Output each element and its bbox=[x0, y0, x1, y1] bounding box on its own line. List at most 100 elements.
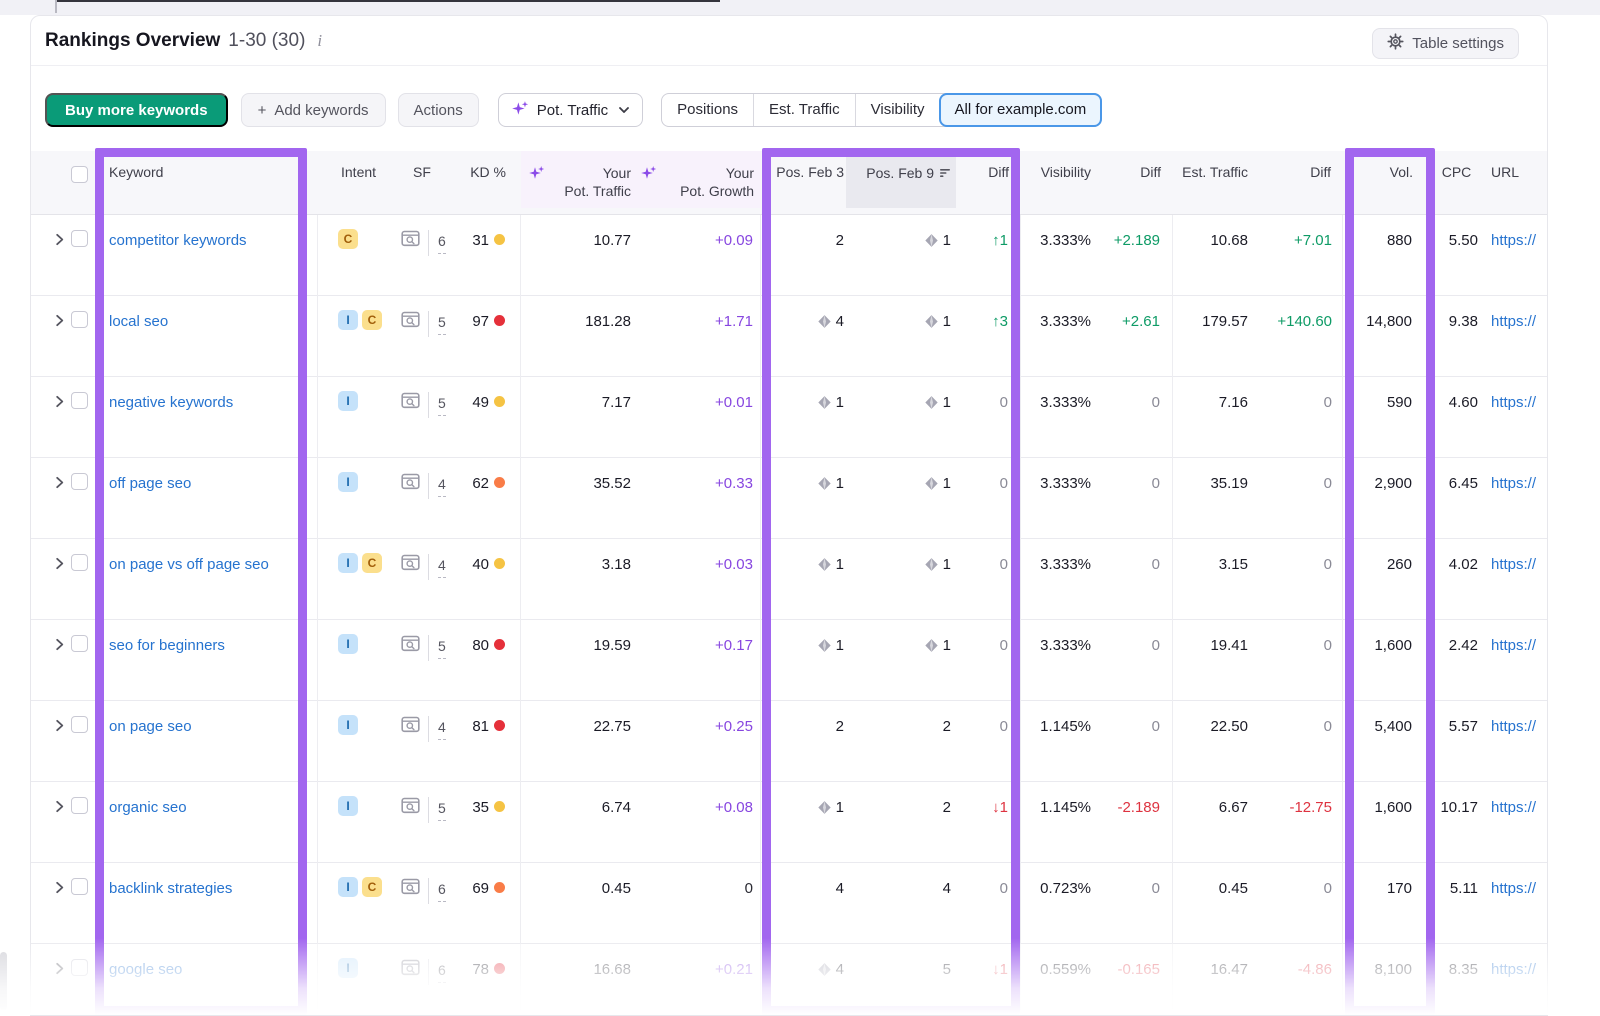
row-checkbox[interactable] bbox=[71, 458, 97, 539]
row-expander[interactable] bbox=[45, 782, 71, 863]
serp-features-count[interactable]: 6 bbox=[438, 231, 446, 254]
intent-badge-I: I bbox=[338, 958, 358, 978]
tab-est-traffic[interactable]: Est. Traffic bbox=[753, 94, 855, 126]
row-expander[interactable] bbox=[45, 701, 71, 782]
column-header-est-traffic[interactable]: Est. Traffic bbox=[1173, 151, 1249, 208]
url-link[interactable]: https:// bbox=[1491, 880, 1536, 897]
serp-features-cell: 6 bbox=[388, 215, 456, 296]
column-header-intent[interactable]: Intent bbox=[318, 151, 388, 208]
row-checkbox[interactable] bbox=[71, 863, 97, 944]
url-link[interactable]: https:// bbox=[1491, 394, 1536, 411]
row-checkbox[interactable] bbox=[71, 782, 97, 863]
pos-diff-cell: 0 bbox=[956, 458, 1021, 539]
row-checkbox[interactable] bbox=[71, 701, 97, 782]
url-link[interactable]: https:// bbox=[1491, 313, 1536, 330]
column-header-url[interactable]: URL bbox=[1478, 151, 1547, 208]
row-checkbox[interactable] bbox=[71, 377, 97, 458]
serp-features-count[interactable]: 5 bbox=[438, 636, 446, 659]
column-header-pot-traffic[interactable]: Your Pot. Traffic bbox=[521, 151, 633, 208]
keyword-link[interactable]: negative keywords bbox=[109, 394, 233, 411]
row-checkbox[interactable] bbox=[71, 296, 97, 377]
tab-all-for-domain[interactable]: All for example.com bbox=[939, 93, 1103, 127]
column-header-volume[interactable]: Vol. bbox=[1343, 151, 1435, 208]
pot-growth-cell: +0.33 bbox=[633, 458, 761, 539]
kd-value: 35 bbox=[472, 799, 489, 816]
url-link[interactable]: https:// bbox=[1491, 637, 1536, 654]
serp-features-count[interactable]: 4 bbox=[438, 555, 446, 578]
column-header-visibility-diff[interactable]: Diff bbox=[1093, 151, 1173, 208]
column-header-est-diff[interactable]: Diff bbox=[1249, 151, 1343, 208]
column-header-pos-feb9[interactable]: Pos. Feb 9 bbox=[846, 151, 956, 208]
keyword-link[interactable]: local seo bbox=[109, 313, 168, 330]
add-keywords-button[interactable]: + Add keywords bbox=[241, 93, 386, 127]
keyword-link[interactable]: off page seo bbox=[109, 475, 191, 492]
row-expander[interactable] bbox=[45, 863, 71, 944]
pos-feb9-cell: 1 bbox=[846, 296, 956, 377]
keyword-link[interactable]: on page seo bbox=[109, 718, 192, 735]
table-settings-button[interactable]: Table settings bbox=[1372, 28, 1519, 59]
row-expander[interactable] bbox=[45, 377, 71, 458]
intent-badge-I: I bbox=[338, 877, 358, 897]
kd-cell: 40 bbox=[456, 539, 521, 620]
row-expander[interactable] bbox=[45, 539, 71, 620]
serp-features-count[interactable]: 4 bbox=[438, 717, 446, 740]
row-expander[interactable] bbox=[45, 458, 71, 539]
column-header-keyword[interactable]: Keyword bbox=[97, 151, 318, 208]
keyword-link[interactable]: backlink strategies bbox=[109, 880, 232, 897]
serp-features-count[interactable]: 4 bbox=[438, 474, 446, 497]
column-header-visibility[interactable]: Visibility bbox=[1021, 151, 1093, 208]
intent-cell: C bbox=[318, 215, 388, 296]
column-header-pot-growth[interactable]: Your Pot. Growth bbox=[633, 151, 761, 208]
serp-features-count[interactable]: 6 bbox=[438, 960, 446, 983]
keyword-link[interactable]: competitor keywords bbox=[109, 232, 247, 249]
keyword-cell: seo for beginners bbox=[97, 620, 318, 701]
row-expander[interactable] bbox=[45, 944, 71, 1016]
url-link[interactable]: https:// bbox=[1491, 475, 1536, 492]
table-row: on page seoI48122.75+0.252201.145%022.50… bbox=[31, 701, 1547, 782]
keyword-link[interactable]: organic seo bbox=[109, 799, 187, 816]
column-header-cpc[interactable]: CPC bbox=[1435, 151, 1478, 208]
url-link[interactable]: https:// bbox=[1491, 556, 1536, 573]
select-all-checkbox[interactable] bbox=[71, 151, 97, 208]
row-checkbox[interactable] bbox=[71, 539, 97, 620]
info-icon[interactable]: i bbox=[317, 31, 322, 51]
keyword-link[interactable]: on page vs off page seo bbox=[109, 556, 269, 573]
url-link[interactable]: https:// bbox=[1491, 799, 1536, 816]
left-scrollbar[interactable] bbox=[0, 952, 7, 1010]
keyword-link[interactable]: google seo bbox=[109, 961, 182, 978]
tab-positions[interactable]: Positions bbox=[662, 94, 753, 126]
buy-more-keywords-button[interactable]: Buy more keywords bbox=[45, 93, 228, 127]
intent-badge-I: I bbox=[338, 310, 358, 330]
visibility-cell: 3.333% bbox=[1021, 215, 1093, 296]
url-link[interactable]: https:// bbox=[1491, 718, 1536, 735]
actions-button[interactable]: Actions bbox=[398, 93, 479, 127]
serp-features-count[interactable]: 5 bbox=[438, 798, 446, 821]
tab-visibility[interactable]: Visibility bbox=[855, 94, 940, 126]
kd-cell: 31 bbox=[456, 215, 521, 296]
row-checkbox[interactable] bbox=[71, 944, 97, 1016]
keyword-link[interactable]: seo for beginners bbox=[109, 637, 225, 654]
row-checkbox[interactable] bbox=[71, 620, 97, 701]
cpc-cell: 4.60 bbox=[1435, 377, 1478, 458]
column-header-pos-feb3[interactable]: Pos. Feb 3 bbox=[761, 151, 846, 208]
pot-traffic-dropdown-label: Pot. Traffic bbox=[537, 102, 608, 119]
row-expander[interactable] bbox=[45, 215, 71, 296]
column-header-sf[interactable]: SF bbox=[388, 151, 456, 208]
est-traffic-cell: 35.19 bbox=[1173, 458, 1249, 539]
row-expander[interactable] bbox=[45, 296, 71, 377]
serp-features-count[interactable]: 5 bbox=[438, 312, 446, 335]
column-header-kd[interactable]: KD % bbox=[456, 151, 521, 208]
serp-features-cell: 5 bbox=[388, 620, 456, 701]
url-link[interactable]: https:// bbox=[1491, 961, 1536, 978]
row-expander[interactable] bbox=[45, 620, 71, 701]
intent-cell: I bbox=[318, 620, 388, 701]
pos-diff-cell: 0 bbox=[956, 539, 1021, 620]
serp-features-count[interactable]: 5 bbox=[438, 393, 446, 416]
column-header-pos-diff[interactable]: Diff bbox=[956, 151, 1021, 208]
row-checkbox[interactable] bbox=[71, 215, 97, 296]
visibility-cell: 3.333% bbox=[1021, 539, 1093, 620]
url-link[interactable]: https:// bbox=[1491, 232, 1536, 249]
kd-level-dot bbox=[494, 558, 505, 569]
serp-features-count[interactable]: 6 bbox=[438, 879, 446, 902]
pot-traffic-dropdown[interactable]: Pot. Traffic bbox=[498, 93, 643, 127]
